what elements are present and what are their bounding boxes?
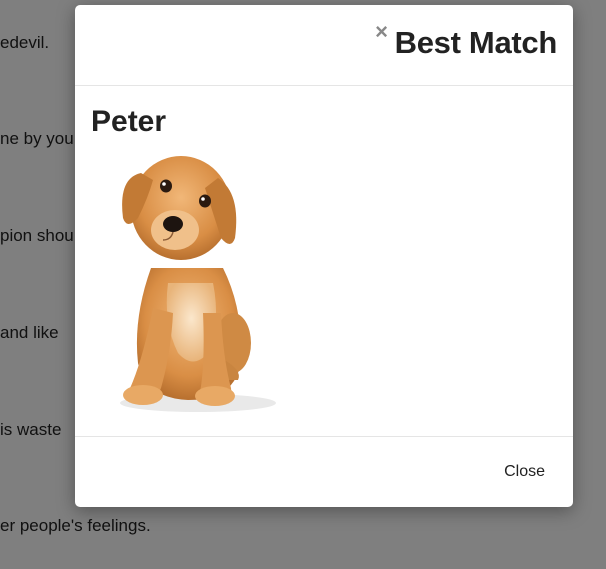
close-button[interactable]: Close <box>494 459 555 485</box>
modal-footer: Close <box>75 436 573 507</box>
puppy-photo <box>120 156 276 412</box>
modal-header: × Best Match <box>75 5 573 86</box>
close-icon[interactable]: × <box>375 21 388 43</box>
pet-name: Peter <box>91 105 167 138</box>
modal-body: Peter <box>75 86 573 436</box>
modal-title: Best Match <box>394 25 558 60</box>
best-match-modal: × Best Match Peter Close <box>75 5 573 507</box>
